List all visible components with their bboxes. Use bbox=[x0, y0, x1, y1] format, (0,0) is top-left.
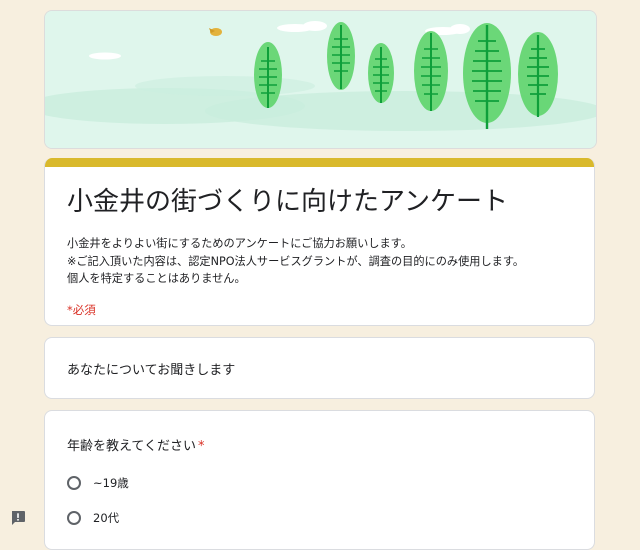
form-title: 小金井の街づくりに向けたアンケート bbox=[67, 187, 508, 217]
radio-button[interactable] bbox=[67, 511, 81, 525]
required-asterisk: * bbox=[197, 439, 205, 454]
tree-4 bbox=[414, 31, 448, 111]
question-text: 年齢を教えてください bbox=[67, 439, 196, 454]
section-card: あなたについてお聞きします bbox=[44, 337, 595, 399]
form-description: 小金井をよりよい街にするためのアンケートにご協力お願いします。 ※ご記入頂いた内… bbox=[67, 235, 594, 288]
radio-option-label: 20代 bbox=[93, 511, 120, 525]
header-image bbox=[44, 10, 597, 149]
question-card: 年齢を教えてください * ~19歳 20代 bbox=[44, 410, 595, 550]
radio-option[interactable]: ~19歳 bbox=[67, 475, 129, 491]
required-note: *必須 bbox=[67, 302, 96, 317]
description-line: 個人を特定することはありません。 bbox=[67, 272, 246, 285]
radio-option-label: ~19歳 bbox=[93, 476, 129, 490]
radio-button[interactable] bbox=[67, 476, 81, 490]
description-line: ※ご記入頂いた内容は、認定NPO法人サービスグラントが、調査の目的にのみ使用しま… bbox=[67, 254, 525, 268]
forest-illustration bbox=[45, 11, 596, 148]
report-problem-icon bbox=[12, 511, 25, 525]
section-title: あなたについてお聞きします bbox=[67, 363, 236, 378]
accent-bar bbox=[45, 158, 594, 167]
radio-option[interactable]: 20代 bbox=[67, 510, 119, 526]
tree-2 bbox=[327, 22, 355, 90]
form-header-card: 小金井の街づくりに向けたアンケート 小金井をよりよい街にするためのアンケートにご… bbox=[44, 158, 595, 326]
report-problem-button[interactable] bbox=[10, 510, 26, 526]
question-title: 年齢を教えてください * bbox=[67, 435, 594, 454]
tree-1 bbox=[254, 42, 282, 108]
description-line: 小金井をよりよい街にするためのアンケートにご協力お願いします。 bbox=[67, 237, 412, 250]
tree-3 bbox=[368, 43, 394, 103]
